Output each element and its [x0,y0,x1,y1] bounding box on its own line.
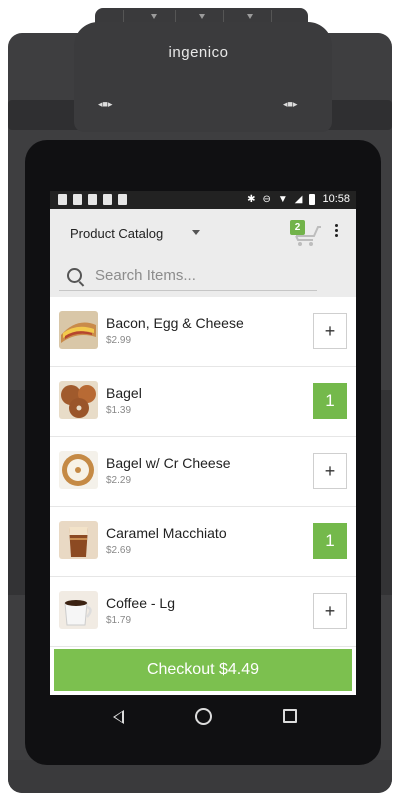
arrow-mark-icon [199,14,205,19]
battery-icon [309,193,316,205]
search-input[interactable] [95,266,305,284]
item-price: $2.69 [106,545,132,556]
contactless-indicator-right-icon: ◂■▸ [283,99,298,109]
search-icon [67,268,82,283]
item-list: Bacon, Egg & Cheese $2.99 + Bagel $1.39 … [50,297,356,647]
caramel-macchiato-image [59,521,98,559]
status-time: 10:58 [322,193,350,205]
item-price: $1.79 [106,615,132,626]
arrow-mark-icon [247,14,253,19]
system-icons: ✱ ⊖ ▼ ◢ 10:58 [247,193,350,205]
notification-icon [73,194,82,205]
item-quantity-button[interactable]: 1 [313,523,347,559]
list-item[interactable]: Bacon, Egg & Cheese $2.99 + [50,297,356,367]
bagel-image [59,381,98,419]
notification-icon [118,194,127,205]
add-item-button[interactable]: + [313,313,347,349]
more-options-icon[interactable] [331,222,341,244]
list-item[interactable]: Bagel $1.39 1 [50,367,356,437]
item-price: $1.39 [106,405,132,416]
notification-icons [58,194,127,205]
bagel-cream-cheese-image [59,451,98,489]
item-price: $2.29 [106,475,132,486]
search-bar [50,257,356,297]
search-field [59,261,317,291]
cart-icon [295,226,321,246]
signal-icon: ◢ [294,193,303,205]
contactless-indicator-left-icon: ◂■▸ [98,99,113,109]
home-icon[interactable] [195,708,212,725]
item-name: Coffee - Lg [106,595,176,611]
notification-icon [58,194,67,205]
notification-icon [88,194,97,205]
item-name: Caramel Macchiato [106,525,227,541]
list-item[interactable]: Caramel Macchiato $2.69 1 [50,507,356,577]
wifi-icon: ▼ [277,193,288,205]
notification-icon [103,194,112,205]
catalog-dropdown[interactable]: Product Catalog [70,226,163,241]
sandwich-image [59,311,98,349]
add-item-button[interactable]: + [313,453,347,489]
app-screen: ✱ ⊖ ▼ ◢ 10:58 Product Catalog 2 Search I… [50,191,356,695]
chevron-down-icon[interactable] [192,230,200,235]
add-item-button[interactable]: + [313,593,347,629]
list-item[interactable]: Coffee - Lg $1.79 + [50,577,356,647]
item-quantity-button[interactable]: 1 [313,383,347,419]
item-name: Bacon, Egg & Cheese [106,315,244,331]
cart-button[interactable]: 2 [290,219,322,247]
checkout-button[interactable]: Checkout $4.49 [54,649,352,691]
arrow-mark-icon [151,14,157,19]
recent-apps-icon[interactable] [283,709,297,723]
do-not-disturb-icon: ⊖ [262,193,271,205]
brand-logo: ingenico [168,44,229,61]
item-price: $2.99 [106,335,132,346]
back-icon[interactable] [113,710,124,724]
device-head [74,22,332,132]
status-bar: ✱ ⊖ ▼ ◢ 10:58 [50,191,356,209]
coffee-image [59,591,98,629]
item-name: Bagel [106,385,142,401]
item-name: Bagel w/ Cr Cheese [106,455,231,471]
bluetooth-icon: ✱ [247,193,256,205]
android-nav-bar [50,695,356,740]
app-bar: Product Catalog 2 [50,209,356,257]
list-item[interactable]: Bagel w/ Cr Cheese $2.29 + [50,437,356,507]
